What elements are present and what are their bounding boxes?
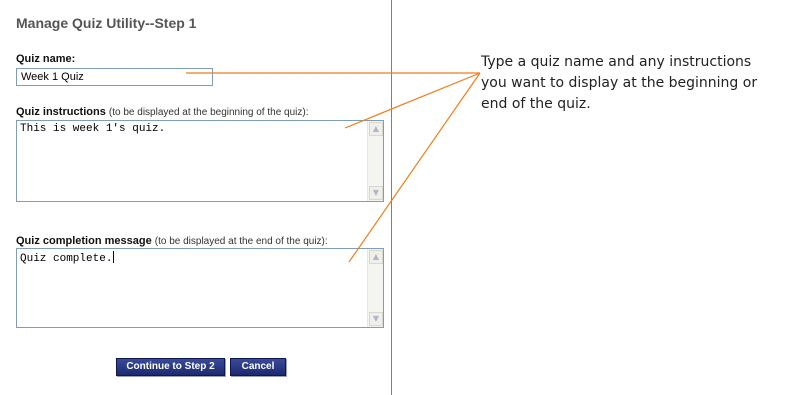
quiz-completion-hint: (to be displayed at the end of the quiz)… xyxy=(154,236,328,247)
quiz-name-input[interactable] xyxy=(16,68,213,86)
quiz-completion-text-row: Quiz complete. xyxy=(20,251,365,265)
quiz-instructions-text: This is week 1's quiz. xyxy=(20,123,166,135)
quiz-instructions-label-text: Quiz instructions xyxy=(16,106,106,118)
scroll-down-arrow-icon[interactable]: ▼ xyxy=(369,186,383,200)
completion-scrollbar[interactable]: ▲ ▼ xyxy=(367,249,383,327)
page-title: Manage Quiz Utility--Step 1 xyxy=(16,15,197,31)
quiz-completion-text: Quiz complete. xyxy=(20,253,113,265)
scroll-up-arrow-icon[interactable]: ▲ xyxy=(369,250,383,264)
quiz-completion-label: Quiz completion message (to be displayed… xyxy=(16,235,328,247)
quiz-completion-label-text: Quiz completion message xyxy=(16,235,152,247)
callout-line-1: Type a quiz name and any instructions xyxy=(481,54,752,70)
cancel-button[interactable]: Cancel xyxy=(230,358,286,376)
scroll-up-arrow-icon[interactable]: ▲ xyxy=(369,122,383,136)
text-caret xyxy=(113,251,115,263)
quiz-instructions-hint: (to be displayed at the beginning of the… xyxy=(108,107,309,118)
quiz-name-label: Quiz name: xyxy=(16,53,75,65)
callout-text: Type a quiz name and any instructions yo… xyxy=(481,52,793,115)
scroll-down-arrow-icon[interactable]: ▼ xyxy=(369,312,383,326)
quiz-instructions-label: Quiz instructions (to be displayed at th… xyxy=(16,106,309,118)
quiz-instructions-textarea[interactable]: This is week 1's quiz. ▲ ▼ xyxy=(16,120,384,202)
callout-line-2: you want to display at the beginning or xyxy=(481,75,758,91)
manage-quiz-panel: Manage Quiz Utility--Step 1 Quiz name: Q… xyxy=(0,0,392,395)
quiz-completion-textarea[interactable]: Quiz complete. ▲ ▼ xyxy=(16,248,384,328)
instructions-scrollbar[interactable]: ▲ ▼ xyxy=(367,121,383,201)
quiz-name-label-text: Quiz name: xyxy=(16,53,76,65)
callout-line-3: end of the quiz. xyxy=(481,96,591,112)
continue-to-step-2-button[interactable]: Continue to Step 2 xyxy=(116,358,225,376)
